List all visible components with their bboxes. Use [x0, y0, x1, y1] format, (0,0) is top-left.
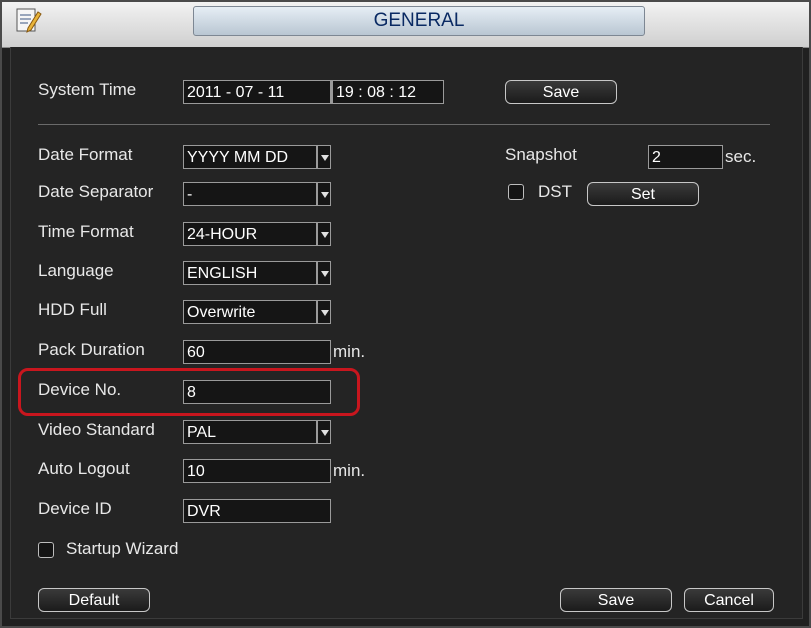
device-id-label: Device ID — [38, 499, 112, 518]
system-time-field[interactable]: 19 : 08 : 12 — [332, 80, 444, 104]
snapshot-input[interactable]: 2 — [648, 145, 723, 169]
hdd-full-label: HDD Full — [38, 300, 107, 319]
startup-wizard-checkbox[interactable] — [38, 542, 54, 558]
pack-duration-input[interactable]: 60 — [183, 340, 331, 364]
video-standard-select[interactable]: PAL — [183, 420, 317, 444]
system-time-save-button[interactable]: Save — [505, 80, 617, 104]
system-date-field[interactable]: 2011 - 07 - 11 — [183, 80, 331, 104]
startup-wizard-label: Startup Wizard — [66, 539, 179, 558]
dst-label: DST — [538, 182, 572, 201]
date-format-label: Date Format — [38, 145, 133, 164]
chevron-down-icon[interactable] — [317, 300, 331, 324]
chevron-down-icon[interactable] — [317, 182, 331, 206]
system-time-label: System Time — [38, 80, 137, 99]
video-standard-label: Video Standard — [38, 420, 155, 439]
chevron-down-icon[interactable] — [317, 222, 331, 246]
chevron-down-icon[interactable] — [317, 261, 331, 285]
hdd-full-select[interactable]: Overwrite — [183, 300, 317, 324]
date-format-select[interactable]: YYYY MM DD — [183, 145, 317, 169]
time-format-select[interactable]: 24-HOUR — [183, 222, 317, 246]
auto-logout-input[interactable]: 10 — [183, 459, 331, 483]
dvr-general-settings-window: GENERAL System Time 2011 - 07 - 11 19 : … — [0, 0, 811, 628]
snapshot-label: Snapshot — [505, 145, 577, 164]
notepad-pencil-icon — [16, 8, 42, 33]
date-separator-select[interactable]: - — [183, 182, 317, 206]
language-select[interactable]: ENGLISH — [183, 261, 317, 285]
time-format-label: Time Format — [38, 222, 134, 241]
title-bar: GENERAL — [0, 0, 811, 48]
pack-duration-label: Pack Duration — [38, 340, 145, 359]
language-label: Language — [38, 261, 114, 280]
chevron-down-icon[interactable] — [317, 420, 331, 444]
auto-logout-label: Auto Logout — [38, 459, 130, 478]
date-separator-label: Date Separator — [38, 182, 154, 201]
default-button[interactable]: Default — [38, 588, 150, 612]
cancel-button[interactable]: Cancel — [684, 588, 774, 612]
pack-duration-unit: min. — [333, 342, 366, 361]
dst-checkbox[interactable] — [508, 184, 524, 200]
device-no-label: Device No. — [38, 380, 122, 399]
device-id-input[interactable]: DVR — [183, 499, 331, 523]
dst-set-button[interactable]: Set — [587, 182, 699, 206]
chevron-down-icon[interactable] — [317, 145, 331, 169]
save-button[interactable]: Save — [560, 588, 672, 612]
section-divider — [38, 124, 770, 125]
device-no-input[interactable]: 8 — [183, 380, 331, 404]
settings-panel — [10, 47, 803, 619]
snapshot-unit: sec. — [725, 147, 757, 166]
auto-logout-unit: min. — [333, 461, 366, 480]
window-title: GENERAL — [193, 6, 645, 36]
